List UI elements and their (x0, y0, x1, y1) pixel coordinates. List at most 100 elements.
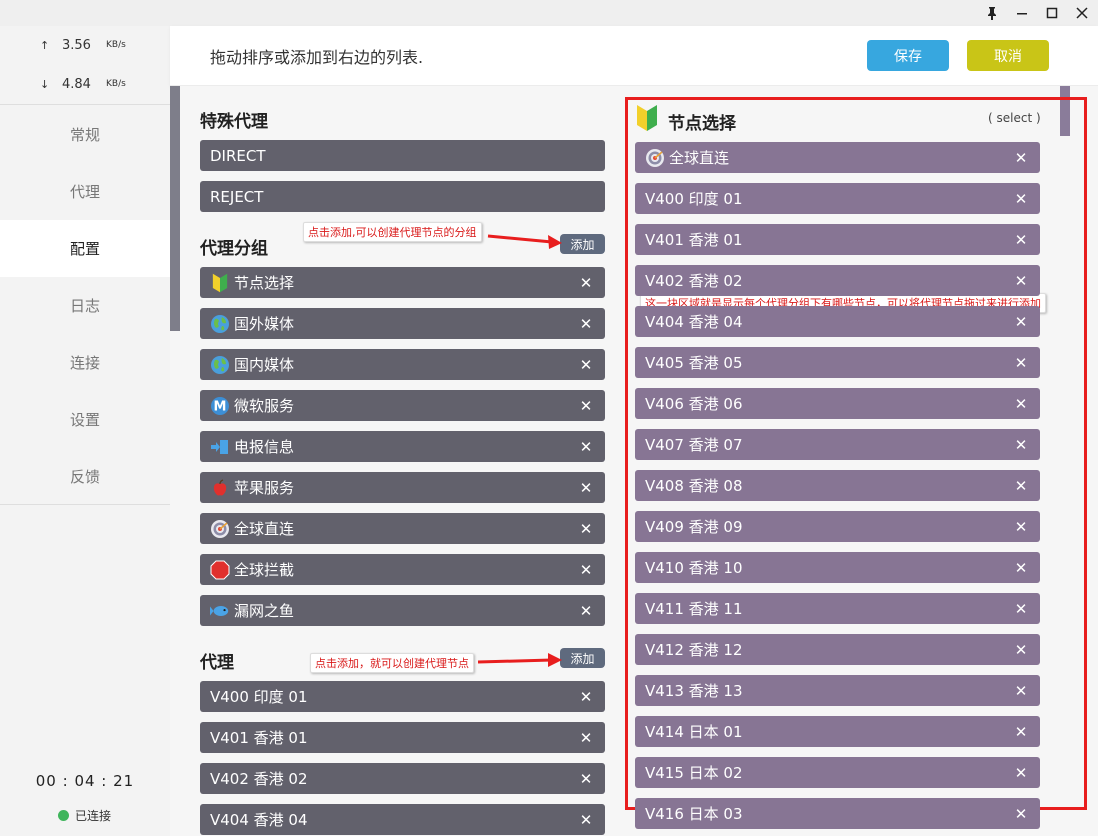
proxy-group-item[interactable]: 节点选择 ✕ (200, 267, 605, 298)
remove-icon[interactable]: ✕ (1010, 395, 1032, 413)
group-node-item[interactable]: V413 香港 13 ✕ (635, 675, 1040, 706)
group-node-item[interactable]: V416 日本 03 ✕ (635, 798, 1040, 829)
group-node-item[interactable]: V405 香港 05 ✕ (635, 347, 1040, 378)
remove-icon[interactable]: ✕ (1010, 641, 1032, 659)
group-node-item-label: V416 日本 03 (645, 805, 743, 823)
proxies-title: 代理 (200, 653, 234, 673)
group-node-item[interactable]: V406 香港 06 ✕ (635, 388, 1040, 419)
proxy-group-item[interactable]: 全球直连 ✕ (200, 513, 605, 544)
remove-icon[interactable]: ✕ (575, 602, 597, 620)
remove-icon[interactable]: ✕ (1010, 313, 1032, 331)
remove-icon[interactable]: ✕ (575, 315, 597, 333)
pin-icon[interactable] (982, 3, 1002, 23)
remove-icon[interactable]: ✕ (575, 520, 597, 538)
remove-icon[interactable]: ✕ (575, 479, 597, 497)
group-node-item-label: V410 香港 10 (645, 559, 743, 577)
close-icon[interactable] (1072, 3, 1092, 23)
upload-value: 3.56 (62, 37, 91, 53)
sidebar-item-2[interactable]: 配置 (0, 220, 170, 277)
fish-icon (210, 601, 230, 621)
remove-icon[interactable]: ✕ (575, 688, 597, 706)
group-node-item[interactable]: V411 香港 11 ✕ (635, 593, 1040, 624)
letter-m-icon: M (210, 396, 230, 416)
remove-icon[interactable]: ✕ (1010, 190, 1032, 208)
proxy-item[interactable]: V404 香港 04 ✕ (200, 804, 605, 835)
proxy-group-item[interactable]: 苹果服务 ✕ (200, 472, 605, 503)
left-scrollbar[interactable] (170, 86, 180, 331)
remove-icon[interactable]: ✕ (1010, 805, 1032, 823)
upload-speed: ↑ 3.56 KB/s (40, 35, 126, 55)
page-title: 拖动排序或添加到右边的列表. (210, 48, 424, 67)
proxy-item[interactable]: V402 香港 02 ✕ (200, 763, 605, 794)
special-proxy-item[interactable]: REJECT (200, 181, 605, 212)
svg-text:M: M (214, 399, 227, 414)
proxy-group-item[interactable]: 全球拦截 ✕ (200, 554, 605, 585)
remove-icon[interactable]: ✕ (1010, 436, 1032, 454)
group-node-item[interactable]: 全球直连 ✕ (635, 142, 1040, 173)
remove-icon[interactable]: ✕ (1010, 231, 1032, 249)
add-group-button[interactable]: 添加 (560, 234, 605, 254)
download-unit: KB/s (106, 79, 126, 89)
group-node-item[interactable]: V414 日本 01 ✕ (635, 716, 1040, 747)
proxy-group-item[interactable]: 电报信息 ✕ (200, 431, 605, 462)
sidebar-item-1[interactable]: 代理 (0, 163, 170, 220)
special-proxy-item[interactable]: DIRECT (200, 140, 605, 171)
group-node-item[interactable]: V407 香港 07 ✕ (635, 429, 1040, 460)
group-node-item[interactable]: V402 香港 02 ✕ (635, 265, 1040, 296)
group-node-item[interactable]: V408 香港 08 ✕ (635, 470, 1040, 501)
proxy-item[interactable]: V400 印度 01 ✕ (200, 681, 605, 712)
proxy-group-item-label: 电报信息 (234, 438, 295, 456)
group-node-item-label: V409 香港 09 (645, 518, 743, 536)
sidebar-item-4[interactable]: 连接 (0, 334, 170, 391)
save-button[interactable]: 保存 (867, 40, 949, 71)
cancel-button[interactable]: 取消 (967, 40, 1049, 71)
globe-icon (210, 314, 230, 334)
maximize-icon[interactable] (1042, 3, 1062, 23)
group-node-item[interactable]: V401 香港 01 ✕ (635, 224, 1040, 255)
remove-icon[interactable]: ✕ (1010, 764, 1032, 782)
status-dot-icon (58, 810, 69, 821)
remove-icon[interactable]: ✕ (1010, 600, 1032, 618)
sidebar-item-3[interactable]: 日志 (0, 277, 170, 334)
proxy-group-item[interactable]: 国内媒体 ✕ (200, 349, 605, 380)
download-speed: ↓ 4.84 KB/s (40, 74, 126, 94)
proxy-group-item[interactable]: M 微软服务 ✕ (200, 390, 605, 421)
remove-icon[interactable]: ✕ (575, 561, 597, 579)
group-node-item[interactable]: V410 香港 10 ✕ (635, 552, 1040, 583)
group-node-item[interactable]: V400 印度 01 ✕ (635, 183, 1040, 214)
remove-icon[interactable]: ✕ (1010, 559, 1032, 577)
remove-icon[interactable]: ✕ (575, 770, 597, 788)
remove-icon[interactable]: ✕ (1010, 354, 1032, 372)
group-node-item[interactable]: V415 日本 02 ✕ (635, 757, 1040, 788)
remove-icon[interactable]: ✕ (575, 274, 597, 292)
group-node-item-label: V406 香港 06 (645, 395, 743, 413)
remove-icon[interactable]: ✕ (1010, 723, 1032, 741)
upload-arrow-icon: ↑ (40, 38, 50, 52)
remove-icon[interactable]: ✕ (1010, 682, 1032, 700)
remove-icon[interactable]: ✕ (1010, 477, 1032, 495)
remove-icon[interactable]: ✕ (575, 356, 597, 374)
proxy-group-item-label: 全球拦截 (234, 561, 295, 579)
remove-icon[interactable]: ✕ (1010, 518, 1032, 536)
sidebar-item-5[interactable]: 设置 (0, 391, 170, 448)
group-node-item[interactable]: V409 香港 09 ✕ (635, 511, 1040, 542)
sidebar-item-6[interactable]: 反馈 (0, 448, 170, 505)
proxy-group-item[interactable]: 漏网之鱼 ✕ (200, 595, 605, 626)
remove-icon[interactable]: ✕ (1010, 272, 1032, 290)
sidebar-item-0[interactable]: 常规 (0, 106, 170, 163)
minimize-icon[interactable] (1012, 3, 1032, 23)
remove-icon[interactable]: ✕ (575, 811, 597, 829)
group-node-item[interactable]: V404 香港 04 ✕ (635, 306, 1040, 337)
group-node-item-label: 全球直连 (669, 149, 730, 167)
special-proxy-item-label: REJECT (210, 187, 264, 206)
proxy-item[interactable]: V401 香港 01 ✕ (200, 722, 605, 753)
proxy-group-item[interactable]: 国外媒体 ✕ (200, 308, 605, 339)
group-node-item-label: V412 香港 12 (645, 641, 743, 659)
remove-icon[interactable]: ✕ (575, 397, 597, 415)
add-proxy-button[interactable]: 添加 (560, 648, 605, 668)
group-node-item[interactable]: V412 香港 12 ✕ (635, 634, 1040, 665)
remove-icon[interactable]: ✕ (575, 438, 597, 456)
remove-icon[interactable]: ✕ (1010, 149, 1032, 167)
remove-icon[interactable]: ✕ (575, 729, 597, 747)
config-editor: 特殊代理 代理分组 添加 代理 添加 节点选择 ( select ) 点击添加,… (170, 86, 1098, 836)
